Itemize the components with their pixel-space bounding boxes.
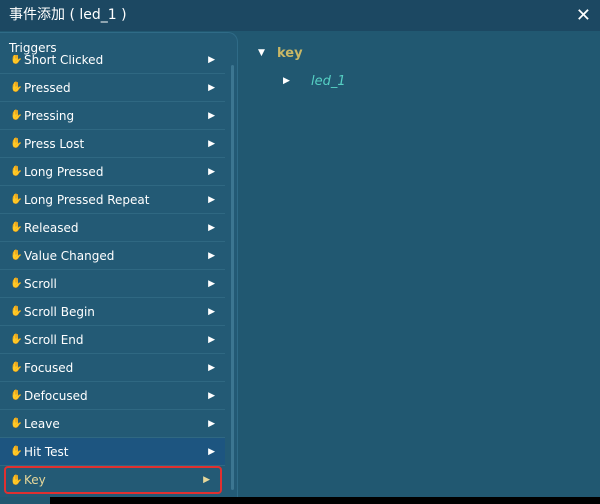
trigger-item[interactable]: ✋ Scroll End ▶ [0,326,225,354]
triggers-panel: ✋ Short Clicked ▶ ✋ Pressed ▶ ✋ Pressing ▶ ✋ Press… [0,32,238,497]
trigger-item[interactable]: ✋ Key ▶ [4,466,222,494]
hand-pointer-icon: ✋ [10,306,23,317]
hand-pointer-icon: ✋ [10,110,23,121]
submenu-arrow-icon: ▶ [208,306,215,317]
scrollbar[interactable] [231,65,234,490]
hand-pointer-icon: ✋ [10,250,23,261]
title-bar: 事件添加 ( led_1 ) ✕ [0,0,600,31]
submenu-arrow-icon: ▶ [208,390,215,401]
hand-pointer-icon: ✋ [10,390,23,401]
hand-pointer-icon: ✋ [10,54,23,65]
submenu-arrow-icon: ▶ [203,475,210,485]
expand-right-icon[interactable]: ▶ [283,76,290,86]
trigger-label: Scroll [24,276,57,291]
hand-pointer-icon: ✋ [10,278,23,289]
hand-pointer-icon: ✋ [10,138,23,149]
submenu-arrow-icon: ▶ [208,54,215,65]
hand-pointer-icon: ✋ [10,474,23,486]
trigger-label: Scroll Begin [24,304,95,319]
hand-pointer-icon: ✋ [10,166,23,177]
submenu-arrow-icon: ▶ [208,446,215,457]
trigger-label: Key [24,473,46,487]
hand-pointer-icon: ✋ [10,194,23,205]
trigger-item[interactable]: ✋ Released ▶ [0,214,225,242]
trigger-item[interactable]: ✋ Long Pressed ▶ [0,158,225,186]
submenu-arrow-icon: ▶ [208,138,215,149]
trigger-label: Leave [24,416,60,431]
trigger-label: Hit Test [24,444,69,459]
hand-pointer-icon: ✋ [10,418,23,429]
trigger-label: Pressing [24,108,75,123]
trigger-label: Long Pressed Repeat [24,192,150,207]
trigger-label: Focused [24,360,74,375]
submenu-arrow-icon: ▶ [208,194,215,205]
trigger-item[interactable]: ✋ Pressing ▶ [0,102,225,130]
submenu-arrow-icon: ▶ [208,278,215,289]
trigger-list: ✋ Short Clicked ▶ ✋ Pressed ▶ ✋ Pressing ▶ ✋ Press… [0,46,225,494]
trigger-item[interactable]: ✋ Value Changed ▶ [0,242,225,270]
trigger-label: Scroll End [24,332,84,347]
bottom-bar [50,497,600,504]
trigger-label: Defocused [24,388,88,403]
trigger-item[interactable]: ✋ Pressed ▶ [0,74,225,102]
submenu-arrow-icon: ▶ [208,222,215,233]
submenu-arrow-icon: ▶ [208,82,215,93]
window-title: 事件添加 ( led_1 ) [9,7,127,23]
submenu-arrow-icon: ▶ [208,362,215,373]
hand-pointer-icon: ✋ [10,362,23,373]
hand-pointer-icon: ✋ [10,446,23,457]
trigger-item[interactable]: ✋ Scroll Begin ▶ [0,298,225,326]
trigger-item[interactable]: ✋ Defocused ▶ [0,382,225,410]
trigger-item[interactable]: ✋ Scroll ▶ [0,270,225,298]
trigger-item[interactable]: ✋ Press Lost ▶ [0,130,225,158]
hand-pointer-icon: ✋ [10,82,23,93]
hand-pointer-icon: ✋ [10,222,23,233]
trigger-label: Released [24,220,79,235]
trigger-label: Press Lost [24,136,85,151]
tree-node-led[interactable]: led_1 [311,74,346,89]
trigger-label: Value Changed [24,248,115,263]
close-icon[interactable]: ✕ [576,0,591,31]
trigger-item[interactable]: ✋ Leave ▶ [0,410,225,438]
trigger-item[interactable]: ✋ Focused ▶ [0,354,225,382]
submenu-arrow-icon: ▶ [208,334,215,345]
trigger-label: Long Pressed [24,164,104,179]
triggers-title: Triggers [9,33,229,55]
trigger-label: Pressed [24,80,71,95]
trigger-item[interactable]: ✋ Long Pressed Repeat ▶ [0,186,225,214]
submenu-arrow-icon: ▶ [208,418,215,429]
submenu-arrow-icon: ▶ [208,166,215,177]
submenu-arrow-icon: ▶ [208,250,215,261]
tree-node-key[interactable]: key [277,46,303,61]
expand-down-icon[interactable]: ▼ [258,48,265,58]
trigger-item[interactable]: ✋ Hit Test ▶ [0,438,225,466]
submenu-arrow-icon: ▶ [208,110,215,121]
hand-pointer-icon: ✋ [10,334,23,345]
